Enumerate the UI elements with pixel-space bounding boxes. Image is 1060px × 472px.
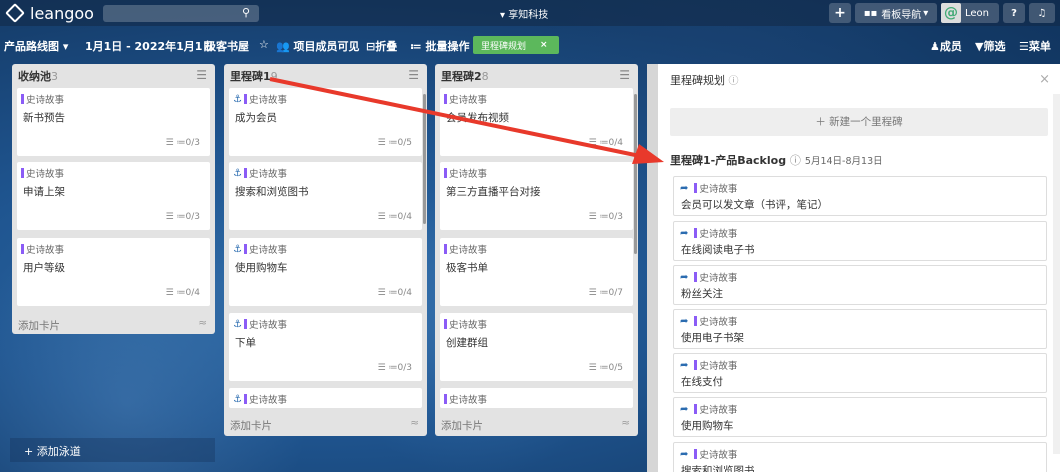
annotation-arrow [269, 77, 664, 164]
arrow-shaft [269, 77, 641, 158]
arrow-head [632, 144, 664, 164]
watermark: CSDN @哆啦B梦_ [910, 448, 1011, 462]
